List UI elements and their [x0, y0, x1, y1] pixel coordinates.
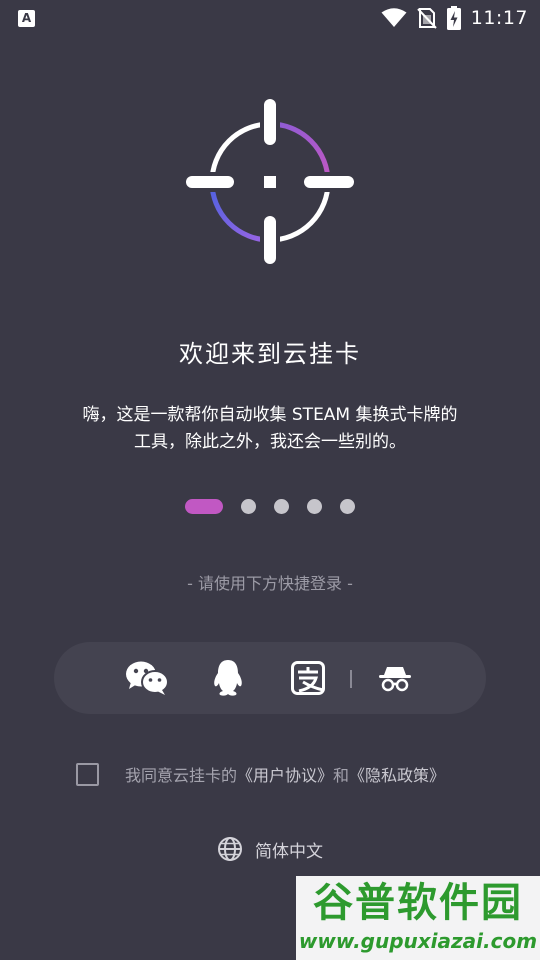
privacy-policy-link[interactable]: 《隐私政策》 [349, 762, 445, 786]
no-sim-icon [417, 8, 437, 29]
agreement-row: 我同意云挂卡的 《用户协议》 和 《隐私政策》 [76, 760, 445, 788]
agreement-checkbox[interactable] [76, 762, 99, 786]
alipay-icon [291, 661, 325, 695]
page-dot[interactable] [241, 499, 256, 514]
login-hint: - 请使用下方快捷登录 - [187, 574, 353, 593]
alipay-login-button[interactable] [286, 642, 330, 714]
anonymous-login-button[interactable] [372, 642, 418, 714]
incognito-icon [379, 667, 411, 692]
quick-login-bar [54, 642, 486, 714]
qq-penguin-icon [214, 660, 242, 696]
wifi-icon [381, 8, 407, 27]
watermark: 谷普软件园 www.gupuxiazai.com [296, 876, 540, 960]
watermark-title: 谷普软件园 [313, 880, 523, 926]
status-bar-right: 11:17 [381, 6, 528, 30]
login-divider [350, 670, 352, 688]
globe-icon [218, 837, 242, 861]
agreement-prefix: 我同意云挂卡的 [125, 766, 238, 785]
page-dot-active[interactable] [185, 499, 223, 514]
wechat-icon [126, 661, 169, 695]
welcome-description: 嗨，这是一款帮你自动收集 STEAM 集换式卡牌的 工具，除此之外，我还会一些别… [40, 402, 500, 456]
page-dot[interactable] [340, 499, 355, 514]
language-label: 简体中文 [255, 841, 323, 862]
status-time: 11:17 [470, 7, 528, 29]
page-indicator [0, 499, 540, 514]
user-agreement-link[interactable]: 《用户协议》 [237, 762, 333, 786]
page-dot[interactable] [307, 499, 322, 514]
page-dot[interactable] [274, 499, 289, 514]
battery-charging-icon [446, 6, 461, 30]
welcome-description-line-2: 工具，除此之外，我还会一些别的。 [134, 432, 406, 452]
qq-login-button[interactable] [206, 642, 250, 714]
welcome-title: 欢迎来到云挂卡 [179, 340, 361, 368]
welcome-description-line-1: 嗨，这是一款帮你自动收集 STEAM 集换式卡牌的 [82, 405, 458, 425]
status-bar: A 11:17 [0, 0, 540, 36]
agreement-conjunction: 和 [333, 766, 350, 785]
watermark-url: www.gupuxiazai.com [298, 929, 538, 953]
app-notification-icon: A [18, 10, 35, 27]
language-selector[interactable]: 简体中文 [0, 834, 540, 864]
wechat-login-button[interactable] [122, 642, 172, 714]
crosshair-logo-icon [184, 98, 356, 268]
